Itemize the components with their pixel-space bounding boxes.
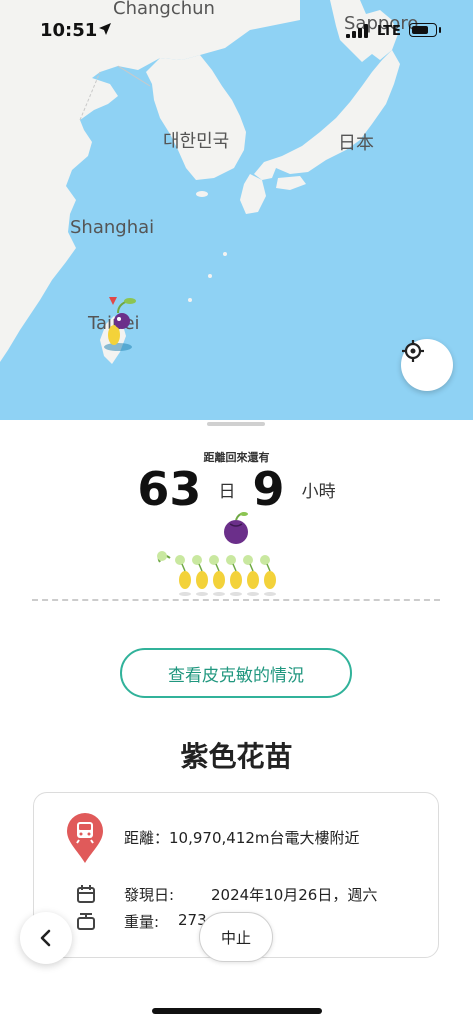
weight-label: 重量: — [124, 913, 160, 931]
map-view[interactable]: Changchun Sapporo 대한민국 日本 Shanghai Taipe… — [0, 0, 473, 420]
found-date-value: 2024年10月26日，週六 — [211, 886, 378, 904]
train-location-pin-icon — [67, 813, 103, 863]
ground-divider — [32, 599, 440, 601]
pikmin-carrying-illustration — [157, 512, 276, 596]
network-type: LTE — [377, 24, 401, 39]
chevron-left-icon — [40, 929, 51, 947]
distance-value: 10,970,412m — [169, 829, 270, 847]
status-bar: 10:51 LTE — [0, 0, 473, 62]
sheet-drag-handle[interactable] — [207, 422, 265, 426]
distance-place: 台電大樓附近 — [269, 829, 360, 847]
pikmin-map-marker[interactable] — [96, 295, 142, 355]
home-indicator — [152, 1008, 322, 1014]
view-pikmin-status-button[interactable]: 查看皮克敏的情況 — [120, 648, 352, 698]
back-button[interactable] — [20, 912, 72, 964]
item-title: 紫色花苗 — [180, 740, 293, 773]
stop-button[interactable]: 中止 — [199, 912, 273, 962]
distance-label: 距離： — [124, 829, 170, 847]
battery-icon — [409, 23, 441, 37]
distance-row: 距離：10,970,412m台電大樓附近 — [124, 827, 360, 848]
status-time: 10:51 — [40, 20, 98, 41]
countdown-hours-unit: 小時 — [301, 481, 336, 502]
calendar-icon — [77, 885, 95, 903]
location-arrow-icon — [99, 23, 111, 35]
weight-scale-icon — [77, 913, 95, 930]
map-label-korea: 대한민국 — [163, 131, 230, 152]
countdown-days-unit: 日 — [218, 481, 236, 502]
map-label-japan: 日本 — [338, 133, 374, 154]
crosshair-icon — [402, 340, 424, 362]
found-date-label: 發現日: — [124, 886, 175, 904]
map-label-shanghai: Shanghai — [70, 217, 155, 238]
locate-me-button[interactable] — [401, 339, 453, 391]
signal-bars-icon — [346, 24, 368, 38]
